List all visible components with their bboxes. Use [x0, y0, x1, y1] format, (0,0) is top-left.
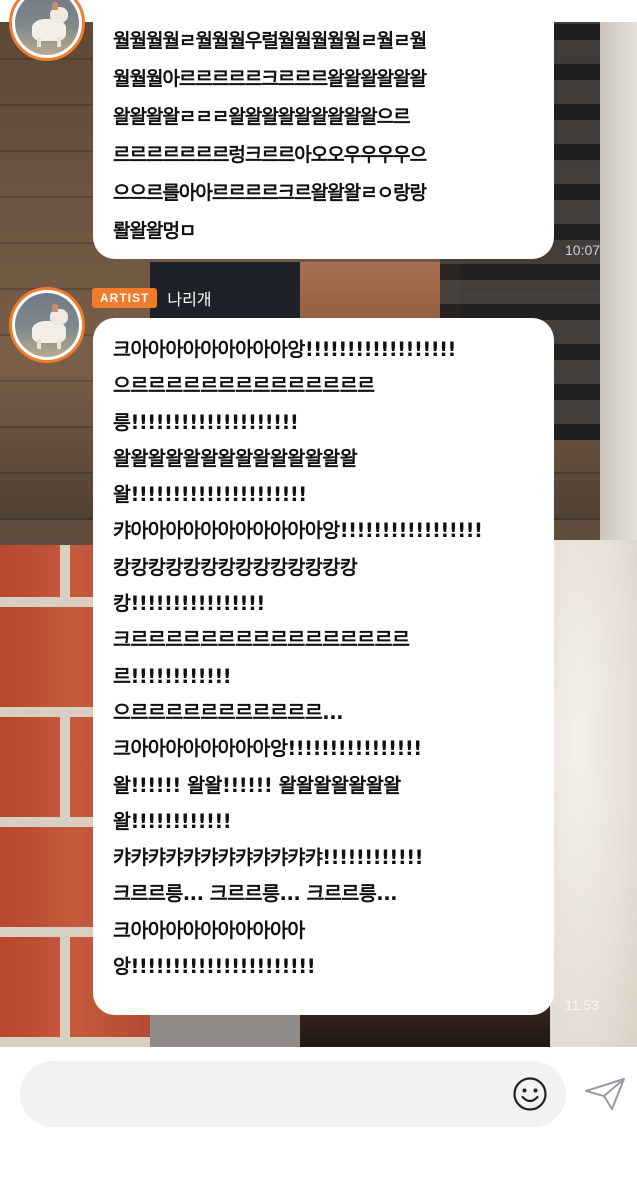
sender-row: ARTIST 나리개	[92, 287, 212, 309]
paper-plane-send-icon	[585, 1078, 625, 1110]
message-line: 으으르를아아르르르르크르왈왈왈ㄹㅇ랑랑	[113, 182, 427, 204]
message-timestamp: 10:07	[565, 242, 601, 258]
message-line: 캉캉캉캉캉캉캉캉캉캉캉캉캉캉	[113, 555, 358, 579]
dog-avatar-image	[15, 0, 79, 55]
message-bubble[interactable]: 크아아아아아아아아아앙!!!!!!!!!!!!!!!!!! 으르르르르르르르르르…	[93, 318, 554, 1015]
emoji-button[interactable]	[511, 1075, 549, 1113]
message-line: 크아아아아아아아아아앙!!!!!!!!!!!!!!!!!!	[113, 338, 456, 361]
background-white-coat	[540, 540, 637, 1047]
message-line: 크르르릉... 크르르릉... 크르르릉...	[113, 882, 398, 906]
avatar[interactable]	[9, 287, 85, 363]
message-line: 캬아아아아아아아아아아아앙!!!!!!!!!!!!!!!!!	[113, 519, 483, 543]
message-line: 캬캬캬캬캬캬캬캬캬캬캬캬!!!!!!!!!!!!	[113, 846, 424, 870]
smiley-face-icon	[513, 1077, 547, 1111]
message-line: 월월월아르르르르르크르르르왈왈왈왈왈왈	[113, 68, 427, 90]
artist-badge: ARTIST	[92, 288, 158, 308]
message-line: 릉!!!!!!!!!!!!!!!!!!!!	[113, 410, 299, 434]
message-line: 으르르르르르르르르르르르...	[113, 700, 344, 724]
message-line: 크아아아아아아아아아아	[113, 918, 305, 942]
message-line: 월월월월ㄹ월월월우럴월월월월월ㄹ월ㄹ월	[113, 30, 427, 52]
message-line: 르르르르르르르렁크르르아오오우우우우으	[113, 144, 427, 166]
send-button[interactable]	[583, 1075, 627, 1113]
message-line: 르!!!!!!!!!!!!	[113, 664, 232, 688]
message-bubble[interactable]: 월월월월ㄹ월월월우럴월월월월월ㄹ월ㄹ월 월월월아르르르르르크르르르왈왈왈왈왈왈 …	[93, 0, 554, 259]
composer-bar	[0, 1047, 637, 1200]
dog-avatar-image	[15, 293, 79, 357]
message-line: 왈!!!!!!!!!!!!	[113, 809, 232, 833]
message-line: 앙!!!!!!!!!!!!!!!!!!!!!!	[113, 955, 316, 979]
background-pillar	[600, 20, 637, 560]
message-line: 으르르르르르르르르르르르르르르	[113, 374, 375, 398]
message-line: 크아아아아아아아아앙!!!!!!!!!!!!!!!!	[113, 737, 422, 761]
message-line: 왈!!!!!! 왈왈!!!!!! 왈왈왈왈왈왈왈	[113, 773, 401, 797]
message-line: 왈!!!!!!!!!!!!!!!!!!!!!	[113, 483, 307, 507]
message-line: 뢀왈왈멍ㅁ	[113, 220, 196, 242]
message-line: 캉!!!!!!!!!!!!!!!!	[113, 592, 265, 616]
sender-name[interactable]: 나리개	[167, 286, 211, 310]
message-timestamp: 11:53	[565, 997, 599, 1013]
background-wall	[300, 262, 460, 322]
message-line: 크르르르르르르르르르르르르르르르르	[113, 628, 410, 652]
message-input[interactable]	[20, 1061, 566, 1127]
message-line: 왈왈왈왈ㄹㄹㄹ왈왈왈왈왈왈왈왈왈으르	[113, 106, 411, 128]
message-line: 왈왈왈왈왈왈왈왈왈왈왈왈왈왈	[113, 446, 358, 470]
